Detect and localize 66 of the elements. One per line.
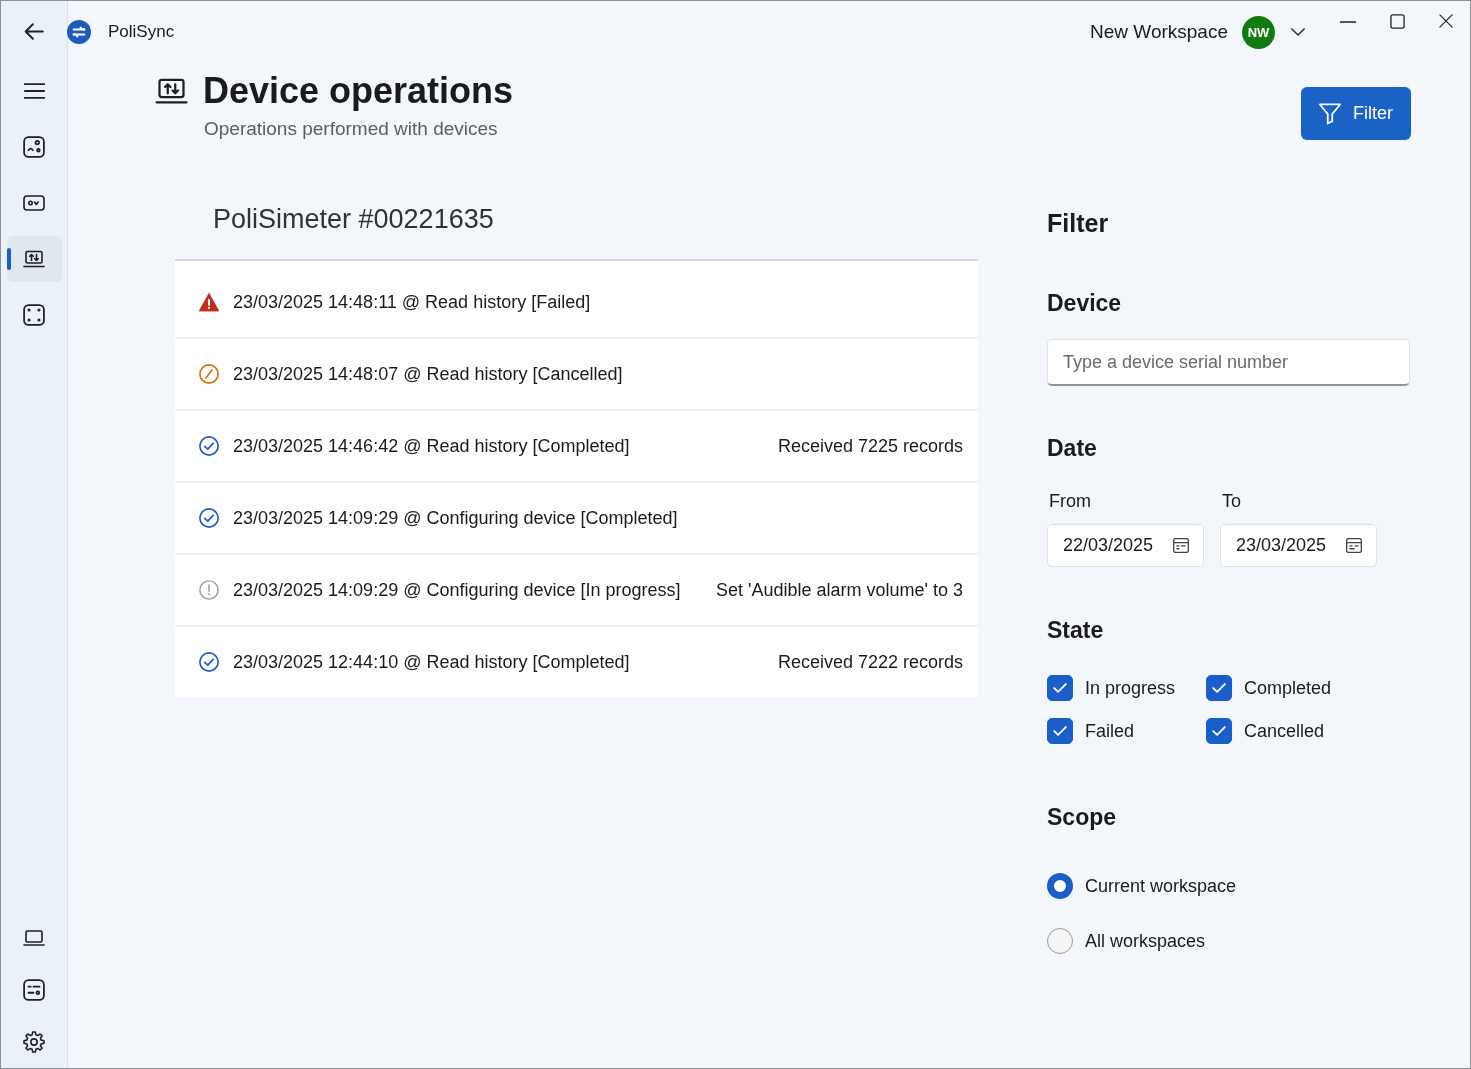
check-circle-icon — [199, 436, 219, 456]
checkbox-label[interactable]: Cancelled — [1244, 719, 1325, 743]
operation-detail: Set 'Audible alarm volume' to 3 — [716, 579, 963, 601]
filter-button[interactable]: Filter — [1301, 87, 1411, 140]
operation-detail: Received 7222 records — [777, 651, 963, 673]
radio-button[interactable] — [1047, 928, 1073, 954]
check-circle-icon — [199, 508, 219, 528]
date-field[interactable]: 23/03/2025 — [1220, 524, 1377, 567]
exclamation-circle-icon — [199, 580, 219, 600]
calendar-icon — [1346, 538, 1362, 553]
operation-detail: Received 7225 records — [777, 435, 963, 457]
back-arrow-icon[interactable] — [24, 23, 44, 40]
operation-text: 23/03/2025 14:09:29 @ Configuring device [In progress] — [233, 579, 681, 601]
close-icon[interactable] — [1439, 14, 1453, 28]
card-icon — [23, 192, 45, 214]
checkbox[interactable] — [1047, 675, 1073, 701]
field-label: From — [1048, 490, 1092, 513]
radio-label[interactable]: All workspaces — [1085, 929, 1206, 953]
section-heading: Scope — [1047, 803, 1117, 832]
operation-text: 23/03/2025 14:48:07 @ Read history [Cancelled] — [233, 363, 623, 385]
filter-panel-title: Filter — [1047, 208, 1109, 239]
section-heading: Device — [1047, 289, 1122, 318]
checkbox[interactable] — [1206, 675, 1232, 701]
menu-icon[interactable] — [23, 83, 45, 99]
nodes-tile-icon — [23, 136, 45, 158]
settings-icon — [23, 1031, 45, 1053]
radio-label[interactable]: Current workspace — [1085, 874, 1237, 898]
date-field[interactable]: 22/03/2025 — [1047, 524, 1204, 567]
operation-text: 23/03/2025 14:48:11 @ Read history [Failed] — [233, 291, 591, 313]
checkmark-icon — [1053, 683, 1067, 693]
workspace-name[interactable]: New Workspace — [1090, 21, 1228, 43]
circle-slash-icon — [199, 364, 219, 384]
section-heading: State — [1047, 616, 1104, 645]
maximize-icon[interactable] — [1390, 14, 1405, 29]
field-label: To — [1221, 490, 1242, 513]
warning-icon — [199, 292, 219, 312]
calendar-icon — [1173, 538, 1189, 553]
operation-text: 23/03/2025 12:44:10 @ Read history [Completed] — [233, 651, 630, 673]
frame-corners-icon — [23, 304, 45, 326]
checkbox[interactable] — [1206, 718, 1232, 744]
checkmark-icon — [1212, 683, 1226, 693]
page-title: Device operations — [203, 69, 514, 113]
operation-text: 23/03/2025 14:46:42 @ Read history [Completed] — [233, 435, 630, 457]
section-heading: Date — [1047, 434, 1097, 463]
checkmark-icon — [1212, 726, 1226, 736]
laptop-transfer-icon — [23, 248, 45, 270]
avatar[interactable]: NW — [1242, 15, 1275, 49]
checkbox-label[interactable]: In progress — [1085, 676, 1176, 700]
laptop-icon — [23, 927, 45, 949]
operation-text: 23/03/2025 14:09:29 @ Configuring device [Completed] — [233, 507, 678, 529]
checkmark-icon — [1053, 726, 1067, 736]
checkbox-label[interactable]: Failed — [1085, 719, 1135, 743]
checkbox-label[interactable]: Completed — [1244, 676, 1332, 700]
nav-item[interactable] — [6, 236, 62, 282]
device-title: PoliSimeter #00221635 — [213, 203, 494, 236]
radio-button[interactable] — [1047, 873, 1073, 899]
checkbox[interactable] — [1047, 718, 1073, 744]
serial-number-input[interactable]: Type a device serial number — [1047, 339, 1410, 386]
check-circle-icon — [199, 652, 219, 672]
list-card-icon — [23, 979, 45, 1001]
laptop-transfer-icon — [155, 78, 188, 104]
chevron-down-icon[interactable] — [1291, 28, 1305, 36]
page-subtitle: Operations performed with devices — [204, 117, 499, 141]
logo-icon — [67, 20, 91, 44]
filter-icon — [1319, 102, 1341, 125]
app-name: PoliSync — [108, 22, 175, 42]
